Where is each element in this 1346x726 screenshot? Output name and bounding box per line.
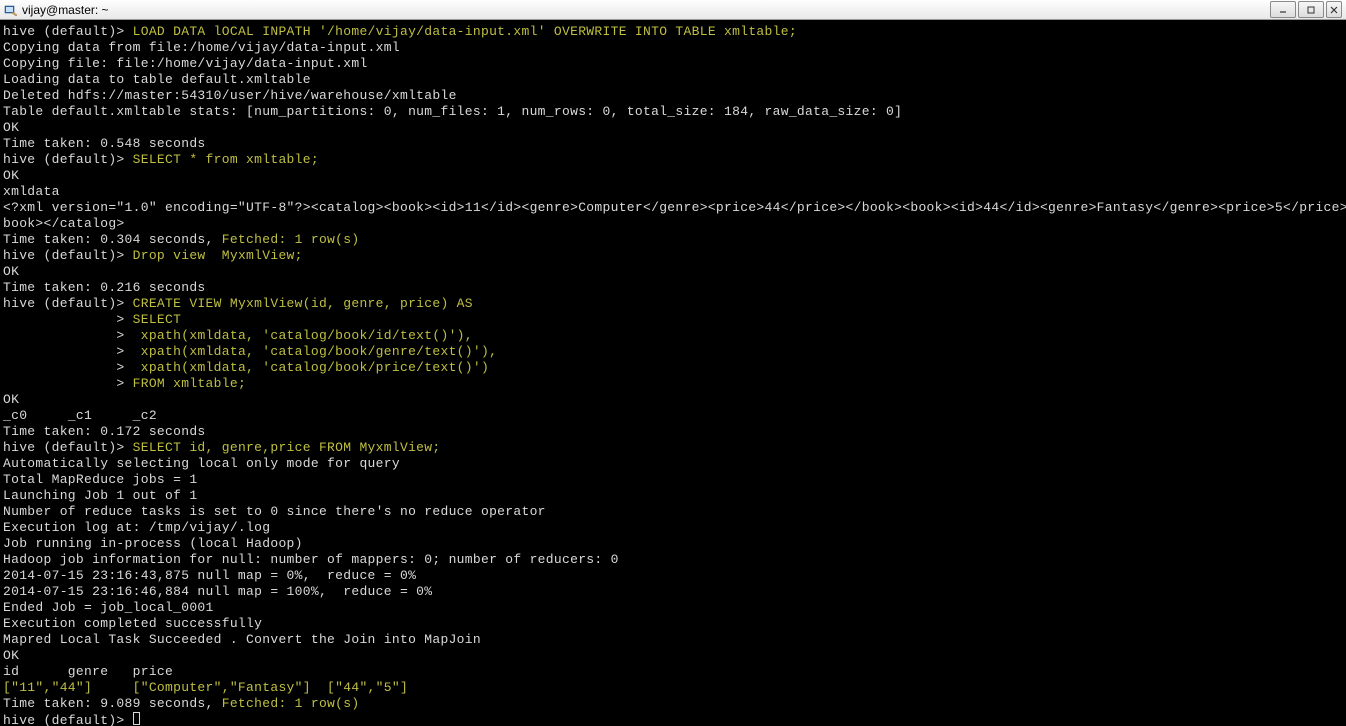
term-line: Mapred Local Task Succeeded . Convert th… [3, 632, 481, 647]
term-line: Launching Job 1 out of 1 [3, 488, 197, 503]
term-line: Table default.xmltable stats: [num_parti… [3, 104, 902, 119]
term-line: OK [3, 648, 19, 663]
term-line: OK [3, 264, 19, 279]
term-line: OK [3, 120, 19, 135]
term-line: SELECT [133, 312, 182, 327]
putty-icon [4, 3, 18, 17]
term-line: SELECT * from xmltable; [133, 152, 319, 167]
term-line: FROM xmltable; [133, 376, 246, 391]
term-line: > [3, 312, 133, 327]
term-line: OK [3, 392, 19, 407]
term-line: Time taken: 0.304 seconds, [3, 232, 222, 247]
term-line: Copying data from file:/home/vijay/data-… [3, 40, 400, 55]
term-line: > [3, 360, 141, 375]
term-line: Time taken: 0.548 seconds [3, 136, 206, 151]
term-line: Ended Job = job_local_0001 [3, 600, 214, 615]
term-line: Time taken: 0.172 seconds [3, 424, 206, 439]
term-line: Fetched: 1 row(s) [222, 696, 360, 711]
term-line: xmldata [3, 184, 60, 199]
term-line: Job running in-process (local Hadoop) [3, 536, 303, 551]
term-line: ["11","44"] ["Computer","Fantasy"] ["44"… [3, 680, 408, 695]
term-line: Deleted hdfs://master:54310/user/hive/wa… [3, 88, 457, 103]
minimize-button[interactable] [1270, 1, 1296, 18]
window-title: vijay@master: ~ [22, 3, 1270, 17]
term-line: Loading data to table default.xmltable [3, 72, 311, 87]
term-line: Time taken: 9.089 seconds, [3, 696, 222, 711]
term-line: xpath(xmldata, 'catalog/book/price/text(… [141, 360, 489, 375]
term-line: <?xml version="1.0" encoding="UTF-8"?><c… [3, 200, 1346, 215]
term-line: LOAD DATA lOCAL INPATH '/home/vijay/data… [133, 24, 797, 39]
terminal-cursor [133, 712, 140, 725]
term-line: hive (default)> [3, 248, 133, 263]
close-button[interactable] [1326, 1, 1342, 18]
window-titlebar: vijay@master: ~ [0, 0, 1346, 20]
term-line: hive (default)> [3, 440, 133, 455]
term-line: CREATE VIEW MyxmlView(id, genre, price) … [133, 296, 473, 311]
term-line: SELECT id, genre,price FROM MyxmlView; [133, 440, 441, 455]
term-line: 2014-07-15 23:16:43,875 null map = 0%, r… [3, 568, 416, 583]
term-line: xpath(xmldata, 'catalog/book/genre/text(… [141, 344, 497, 359]
window-buttons [1270, 1, 1342, 18]
term-line: id genre price [3, 664, 173, 679]
term-line: 2014-07-15 23:16:46,884 null map = 100%,… [3, 584, 432, 599]
term-line: Time taken: 0.216 seconds [3, 280, 206, 295]
term-line: hive (default)> [3, 713, 133, 726]
maximize-button[interactable] [1298, 1, 1324, 18]
term-line: hive (default)> [3, 24, 133, 39]
term-line: Drop view MyxmlView; [133, 248, 303, 263]
term-line: > [3, 376, 133, 391]
term-line: Copying file: file:/home/vijay/data-inpu… [3, 56, 368, 71]
term-line: Hadoop job information for null: number … [3, 552, 619, 567]
term-line: > [3, 344, 141, 359]
term-line: hive (default)> [3, 296, 133, 311]
term-line: xpath(xmldata, 'catalog/book/id/text()')… [141, 328, 473, 343]
term-line: Fetched: 1 row(s) [222, 232, 360, 247]
term-line: book></catalog> [3, 216, 125, 231]
term-line: Automatically selecting local only mode … [3, 456, 400, 471]
term-line: _c0 _c1 _c2 [3, 408, 157, 423]
term-line: hive (default)> [3, 152, 133, 167]
term-line: > [3, 328, 141, 343]
term-line: Total MapReduce jobs = 1 [3, 472, 197, 487]
term-line: Number of reduce tasks is set to 0 since… [3, 504, 546, 519]
term-line: Execution completed successfully [3, 616, 262, 631]
term-line: OK [3, 168, 19, 183]
terminal-output[interactable]: hive (default)> LOAD DATA lOCAL INPATH '… [0, 20, 1346, 726]
term-line: Execution log at: /tmp/vijay/.log [3, 520, 270, 535]
